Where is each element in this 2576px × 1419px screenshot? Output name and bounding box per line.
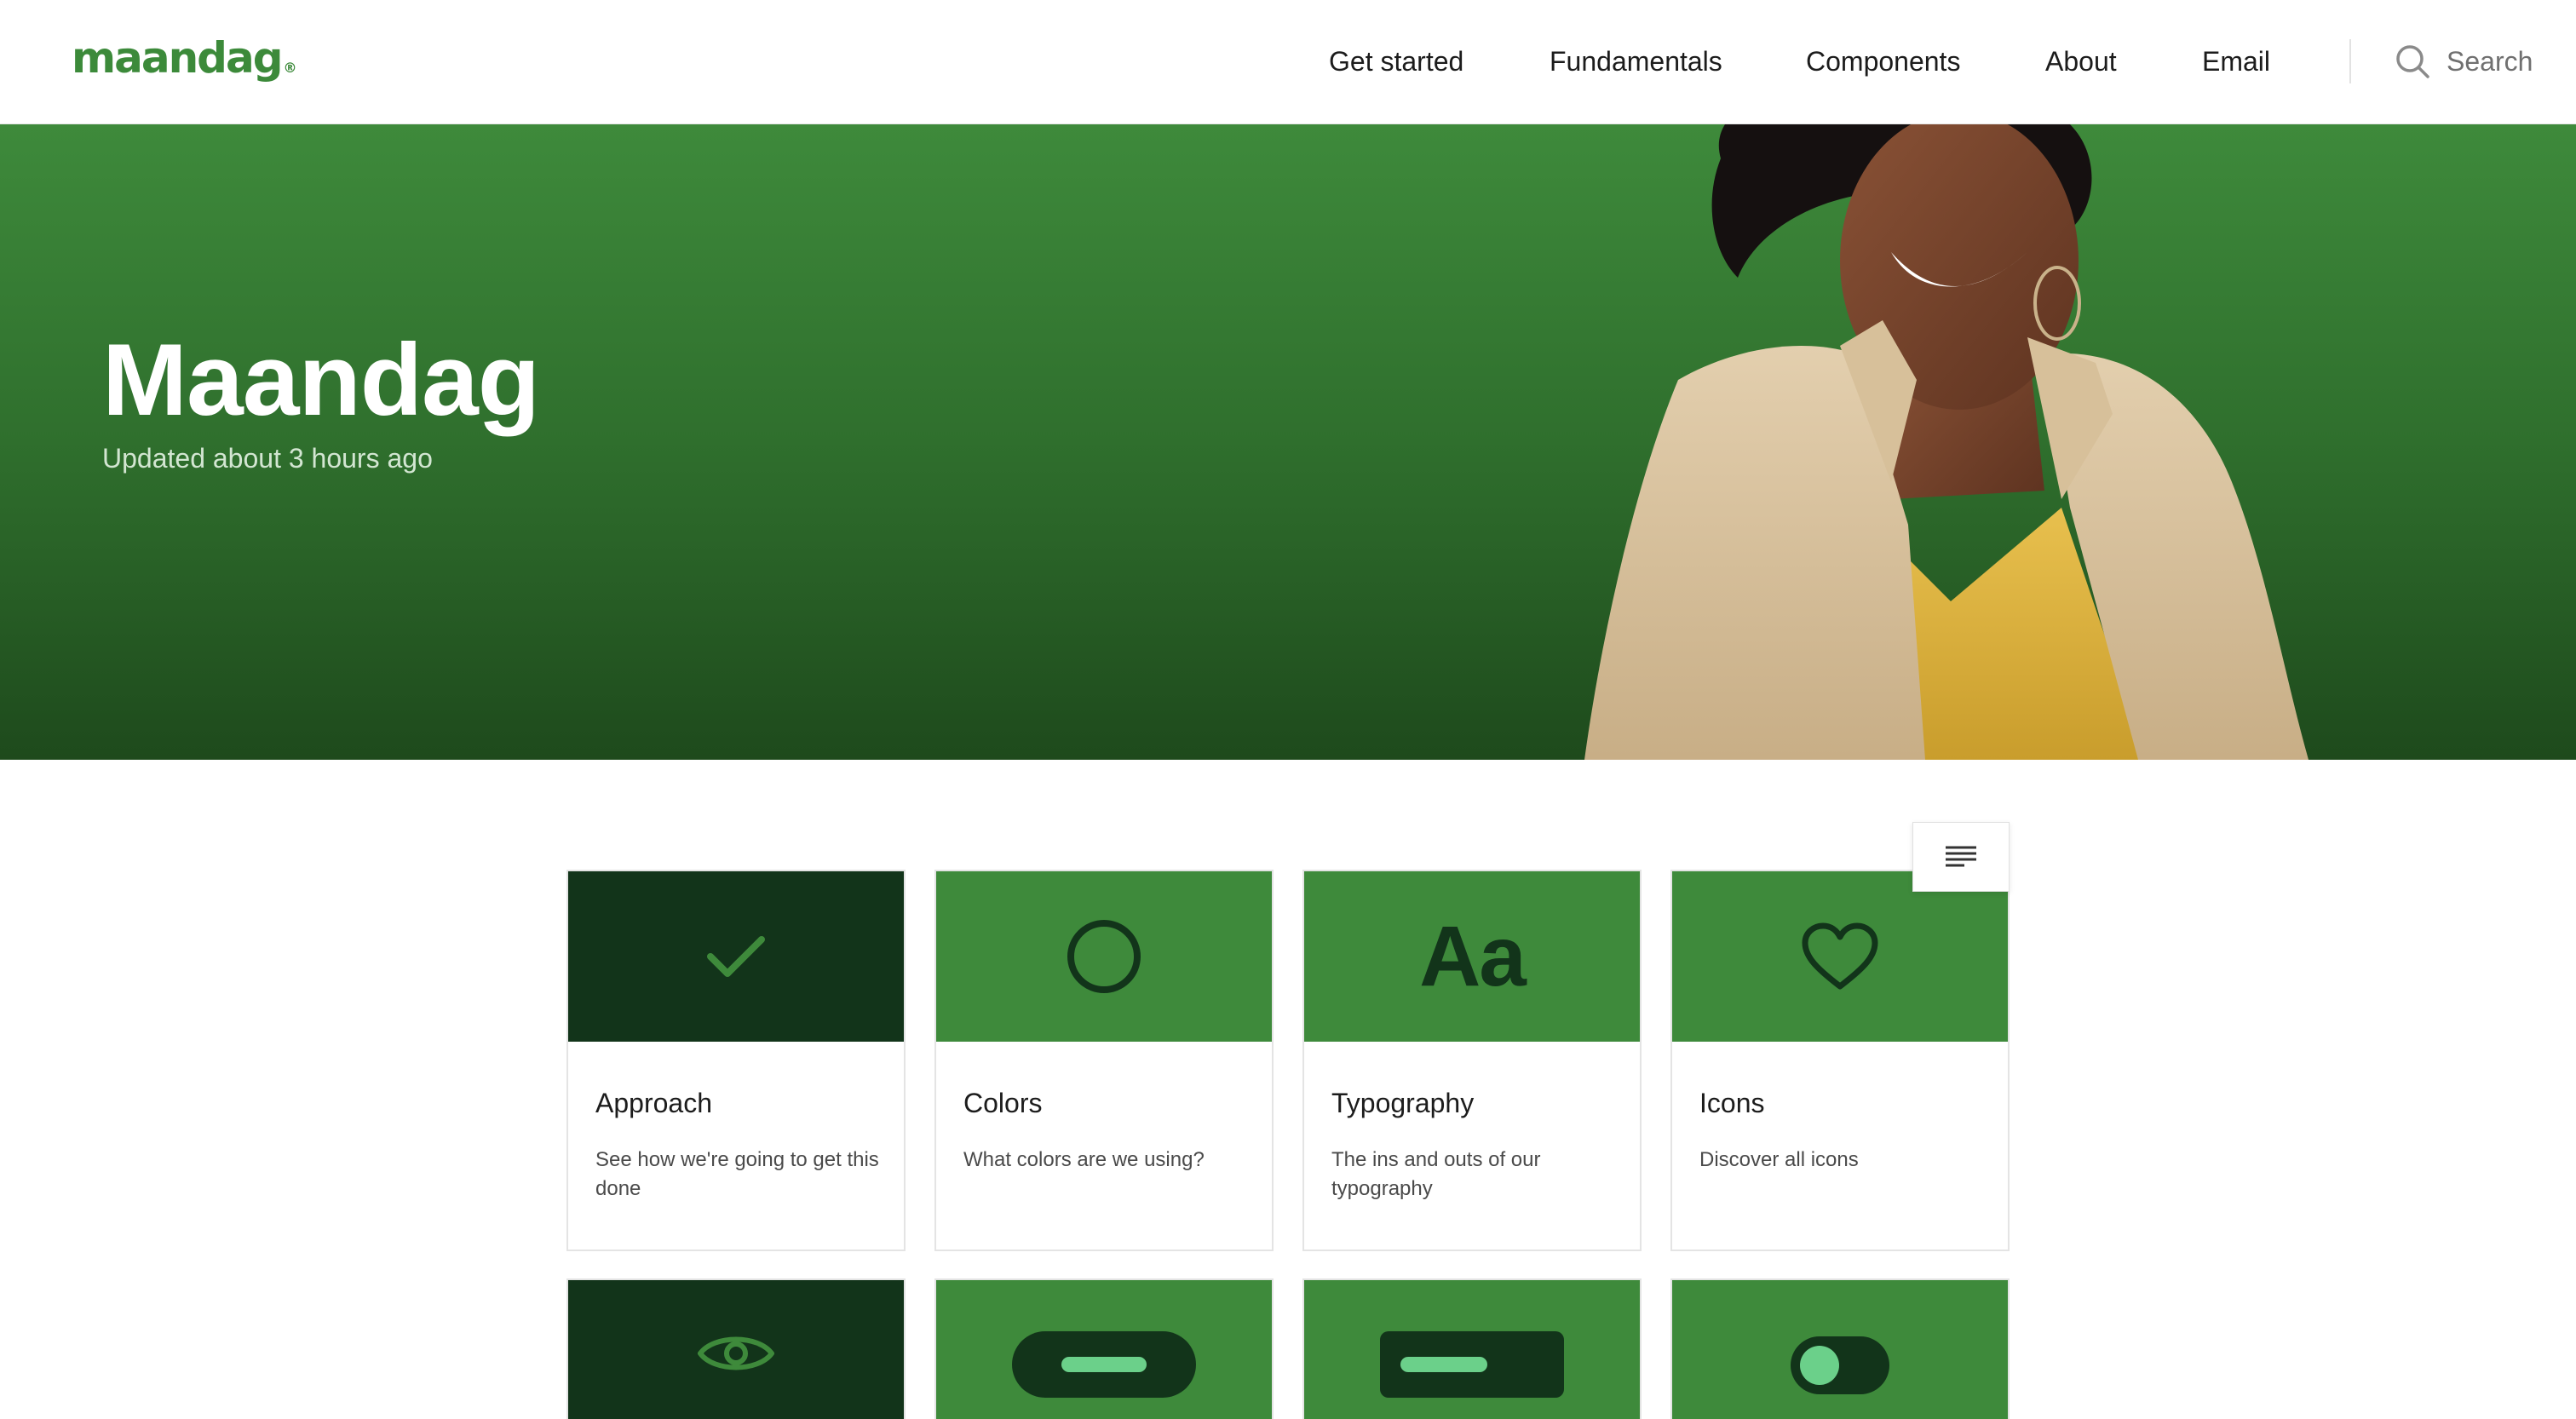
card-toggle[interactable] xyxy=(1670,1278,2010,1419)
hero-portrait-image xyxy=(1584,124,2309,760)
hero-banner: Maandag Updated about 3 hours ago xyxy=(0,124,2576,760)
typography-icon: Aa xyxy=(1419,909,1527,1004)
table-of-contents-button[interactable] xyxy=(1912,822,2010,892)
pill-button-icon xyxy=(1012,1331,1196,1398)
card-icons[interactable]: Icons Discover all icons xyxy=(1670,870,2010,1251)
circle-icon xyxy=(1067,920,1141,993)
card-description: What colors are we using? xyxy=(963,1148,1205,1171)
card-thumbnail xyxy=(936,1280,1272,1419)
card-title: Typography xyxy=(1331,1088,1475,1118)
search-button[interactable]: Search xyxy=(2394,39,2533,83)
card-colors[interactable]: Colors What colors are we using? xyxy=(934,870,1274,1251)
heart-icon xyxy=(1802,922,1878,990)
rect-button-icon xyxy=(1380,1331,1564,1398)
logo-registered-mark: ® xyxy=(283,60,297,76)
top-header: maandag ® Get started Fundamentals Compon… xyxy=(0,0,2576,124)
card-title: Icons xyxy=(1699,1088,1765,1118)
card-thumbnail xyxy=(568,871,904,1042)
card-typography[interactable]: Aa Typography The ins and outs of our ty… xyxy=(1302,870,1642,1251)
card-thumbnail xyxy=(1672,1280,2008,1419)
eye-icon xyxy=(698,1336,774,1370)
card-approach[interactable]: Approach See how we're going to get this… xyxy=(566,870,906,1251)
toggle-icon xyxy=(1791,1336,1889,1394)
nav-get-started[interactable]: Get started xyxy=(1329,39,1463,83)
card-description: Discover all icons xyxy=(1699,1148,1859,1171)
checkmark-icon xyxy=(707,936,765,977)
card-rect-button[interactable] xyxy=(1302,1278,1642,1419)
search-label: Search xyxy=(2447,46,2533,77)
page-title: Maandag xyxy=(102,323,540,437)
nav-fundamentals[interactable]: Fundamentals xyxy=(1550,39,1722,83)
card-description: The ins and outs of our typography xyxy=(1331,1148,1541,1200)
nav-components[interactable]: Components xyxy=(1806,39,1960,83)
align-left-icon xyxy=(1946,846,1976,867)
card-thumbnail xyxy=(1304,1280,1640,1419)
card-description: See how we're going to get this done xyxy=(595,1148,879,1200)
nav-email[interactable]: Email xyxy=(2202,39,2270,83)
nav-divider xyxy=(2349,39,2351,83)
search-icon xyxy=(2396,45,2429,78)
card-thumbnail xyxy=(936,871,1272,1042)
nav-about[interactable]: About xyxy=(2045,39,2117,83)
maandag-logo[interactable]: maandag ® xyxy=(72,32,297,83)
logo-text: maandag xyxy=(72,33,283,83)
card-title: Approach xyxy=(595,1088,712,1118)
card-thumbnail xyxy=(568,1280,904,1419)
card-pill-button[interactable] xyxy=(934,1278,1274,1419)
card-thumbnail xyxy=(1672,871,2008,1042)
card-thumbnail: Aa xyxy=(1304,871,1640,1042)
card-title: Colors xyxy=(963,1088,1043,1118)
page-updated-timestamp: Updated about 3 hours ago xyxy=(102,443,433,474)
card-eye[interactable] xyxy=(566,1278,906,1419)
